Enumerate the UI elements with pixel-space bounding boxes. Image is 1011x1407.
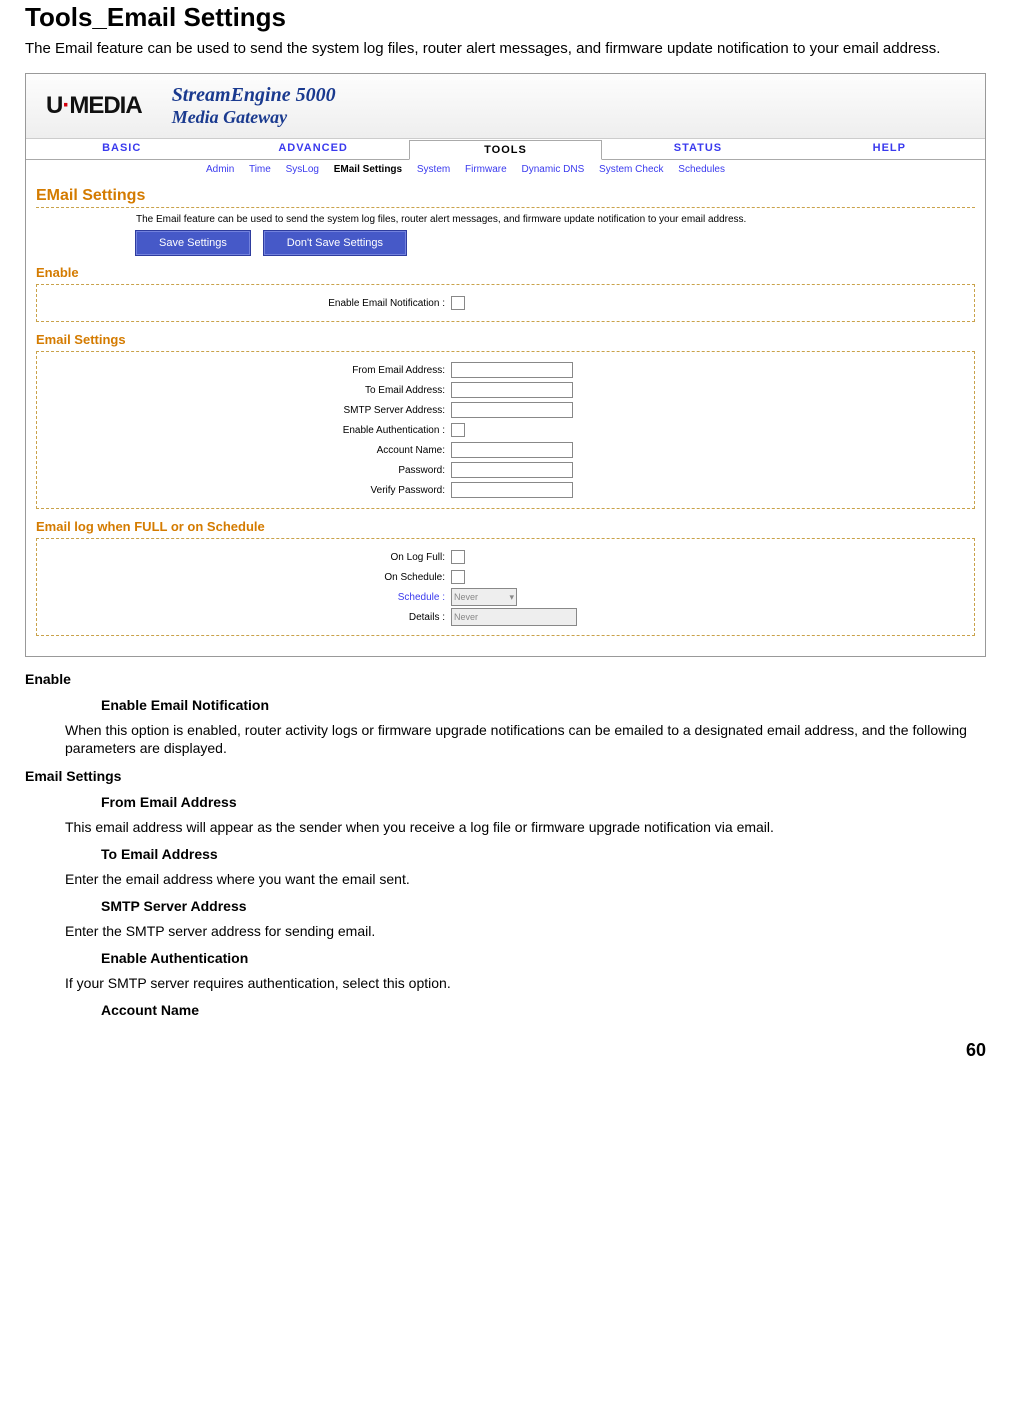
auth-checkbox[interactable]	[451, 423, 465, 437]
help-account-h: Account Name	[101, 1002, 986, 1018]
chevron-down-icon: ▾	[509, 592, 514, 603]
main-nav: BASIC ADVANCED TOOLS STATUS HELP	[26, 139, 985, 160]
nav-status[interactable]: STATUS	[602, 139, 793, 159]
account-input[interactable]	[451, 442, 573, 458]
help-from-p: This email address will appear as the se…	[65, 818, 986, 836]
schedule-label: Schedule :	[45, 592, 451, 603]
subnav-firmware[interactable]: Firmware	[465, 164, 507, 175]
subnav-admin[interactable]: Admin	[206, 164, 234, 175]
log-box: On Log Full: On Schedule: Schedule :Neve…	[36, 538, 975, 636]
brand-line2: Media Gateway	[172, 107, 336, 128]
password-label: Password:	[45, 465, 451, 476]
help-enable-notif-p: When this option is enabled, router acti…	[65, 721, 986, 757]
brand: StreamEngine 5000 Media Gateway	[172, 84, 336, 128]
subnav-syscheck[interactable]: System Check	[599, 164, 663, 175]
subnav-schedules[interactable]: Schedules	[678, 164, 725, 175]
schedule-value: Never	[454, 592, 478, 602]
onsched-checkbox[interactable]	[451, 570, 465, 584]
schedule-select[interactable]: Never ▾	[451, 588, 517, 606]
logo: U·MEDIA	[46, 92, 142, 120]
verify-input[interactable]	[451, 482, 573, 498]
router-frame: U·MEDIA StreamEngine 5000 Media Gateway …	[25, 73, 986, 657]
section-log-title: Email log when FULL or on Schedule	[36, 519, 975, 534]
enable-box: Enable Email Notification :	[36, 284, 975, 322]
enable-notif-label: Enable Email Notification :	[45, 298, 451, 309]
to-label: To Email Address:	[45, 385, 451, 396]
subnav-time[interactable]: Time	[249, 164, 271, 175]
help-from-h: From Email Address	[101, 794, 986, 810]
account-label: Account Name:	[45, 445, 451, 456]
onfull-label: On Log Full:	[45, 552, 451, 563]
help-smtp-p: Enter the SMTP server address for sendin…	[65, 922, 986, 940]
smtp-label: SMTP Server Address:	[45, 405, 451, 416]
password-input[interactable]	[451, 462, 573, 478]
help-smtp-h: SMTP Server Address	[101, 898, 986, 914]
divider	[36, 207, 975, 208]
subnav-email[interactable]: EMail Settings	[334, 164, 402, 175]
section-email-title: Email Settings	[36, 332, 975, 347]
smtp-input[interactable]	[451, 402, 573, 418]
router-header: U·MEDIA StreamEngine 5000 Media Gateway	[26, 74, 985, 139]
doc-intro: The Email feature can be used to send th…	[25, 39, 986, 59]
subnav-syslog[interactable]: SysLog	[286, 164, 319, 175]
doc-title: Tools_Email Settings	[25, 2, 986, 33]
details-box-val: Never	[451, 608, 577, 626]
email-box: From Email Address: To Email Address: SM…	[36, 351, 975, 509]
sub-nav: Admin Time SysLog EMail Settings System …	[26, 160, 985, 179]
nav-help[interactable]: HELP	[794, 139, 985, 159]
from-label: From Email Address:	[45, 365, 451, 376]
to-input[interactable]	[451, 382, 573, 398]
router-intro: The Email feature can be used to send th…	[136, 214, 975, 225]
onsched-label: On Schedule:	[45, 572, 451, 583]
help-auth-h: Enable Authentication	[101, 950, 986, 966]
help-to-h: To Email Address	[101, 846, 986, 862]
subnav-system[interactable]: System	[417, 164, 450, 175]
logo-media: MEDIA	[69, 92, 141, 119]
nav-basic[interactable]: BASIC	[26, 139, 217, 159]
help-auth-p: If your SMTP server requires authenticat…	[65, 974, 986, 992]
onfull-checkbox[interactable]	[451, 550, 465, 564]
help-to-p: Enter the email address where you want t…	[65, 870, 986, 888]
from-input[interactable]	[451, 362, 573, 378]
dont-save-button[interactable]: Don't Save Settings	[264, 231, 406, 255]
auth-label: Enable Authentication :	[45, 425, 451, 436]
nav-advanced[interactable]: ADVANCED	[217, 139, 408, 159]
section-enable-title: Enable	[36, 265, 975, 280]
save-button[interactable]: Save Settings	[136, 231, 250, 255]
help-enable-h: Enable	[25, 671, 986, 687]
details-label: Details :	[45, 612, 451, 623]
help-email-h: Email Settings	[25, 768, 986, 784]
subnav-ddns[interactable]: Dynamic DNS	[521, 164, 584, 175]
help-enable-notif-h: Enable Email Notification	[101, 697, 986, 713]
enable-notif-checkbox[interactable]	[451, 296, 465, 310]
verify-label: Verify Password:	[45, 485, 451, 496]
details-value: Never	[454, 612, 478, 622]
logo-u: U	[46, 92, 62, 119]
router-page-title: EMail Settings	[36, 187, 975, 205]
page-number: 60	[25, 1040, 986, 1061]
nav-tools[interactable]: TOOLS	[409, 140, 602, 160]
brand-line1: StreamEngine 5000	[172, 84, 336, 107]
